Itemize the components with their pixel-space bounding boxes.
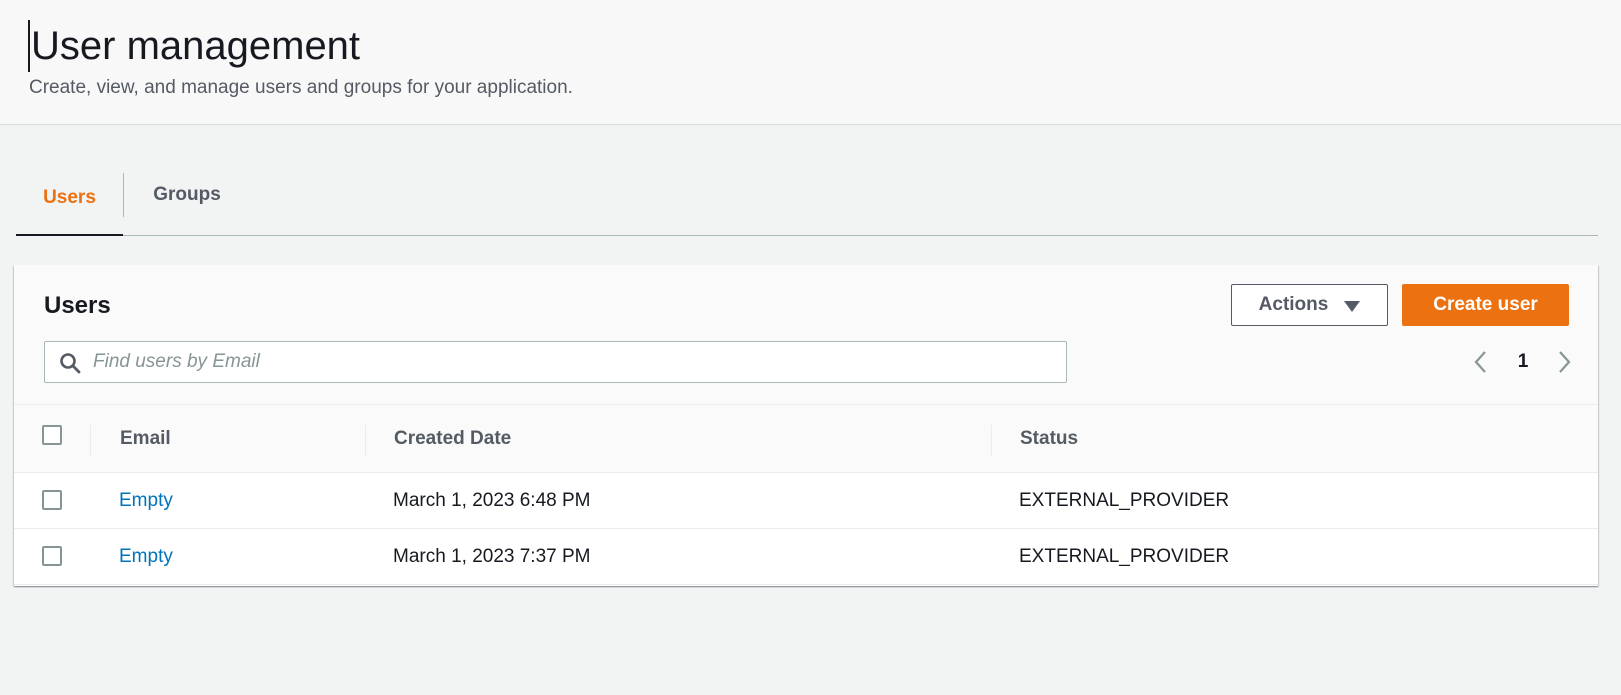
pagination-current-page[interactable]: 1 [1501, 349, 1545, 375]
create-user-button[interactable]: Create user [1402, 284, 1569, 326]
user-status: EXTERNAL_PROVIDER [1019, 546, 1230, 567]
caret-down-icon [1344, 300, 1361, 312]
table-row: Empty March 1, 2023 6:48 PM EXTERNAL_PRO… [14, 473, 1598, 529]
column-separator [365, 425, 366, 457]
search-box [44, 341, 1067, 383]
page-subtitle: Create, view, and manage users and group… [29, 77, 573, 98]
column-separator [90, 425, 91, 457]
search-input[interactable] [93, 342, 1053, 382]
column-header-status[interactable]: Status [1020, 405, 1078, 473]
actions-button-label: Actions [1258, 294, 1329, 315]
search-icon [60, 353, 81, 374]
created-date: March 1, 2023 7:37 PM [393, 546, 591, 567]
panel-header: Users Actions Create user 1 [14, 265, 1598, 405]
page-title: User management [28, 20, 360, 72]
tab-bar: Users Groups [16, 170, 1598, 236]
chevron-right-icon[interactable] [1552, 349, 1576, 375]
user-email-link[interactable]: Empty [119, 473, 173, 529]
create-user-button-label: Create user [1433, 294, 1538, 315]
row-checkbox[interactable] [42, 490, 62, 510]
tab-groups[interactable]: Groups [124, 162, 250, 228]
users-panel: Users Actions Create user 1 Email Cre [14, 265, 1598, 586]
column-header-email[interactable]: Email [120, 405, 171, 473]
table-row: Empty March 1, 2023 7:37 PM EXTERNAL_PRO… [14, 529, 1598, 585]
table-header: Email Created Date Status [14, 405, 1598, 473]
row-checkbox[interactable] [42, 546, 62, 566]
column-separator [991, 425, 992, 457]
tab-users[interactable]: Users [16, 162, 123, 236]
column-header-created-date[interactable]: Created Date [394, 405, 511, 473]
actions-button[interactable]: Actions [1231, 284, 1388, 326]
user-status: EXTERNAL_PROVIDER [1019, 490, 1230, 511]
page-header: User management Create, view, and manage… [0, 0, 1621, 125]
user-email-link[interactable]: Empty [119, 529, 173, 585]
panel-title: Users [44, 292, 111, 319]
chevron-left-icon[interactable] [1469, 349, 1493, 375]
created-date: March 1, 2023 6:48 PM [393, 490, 591, 511]
select-all-checkbox[interactable] [42, 425, 62, 445]
